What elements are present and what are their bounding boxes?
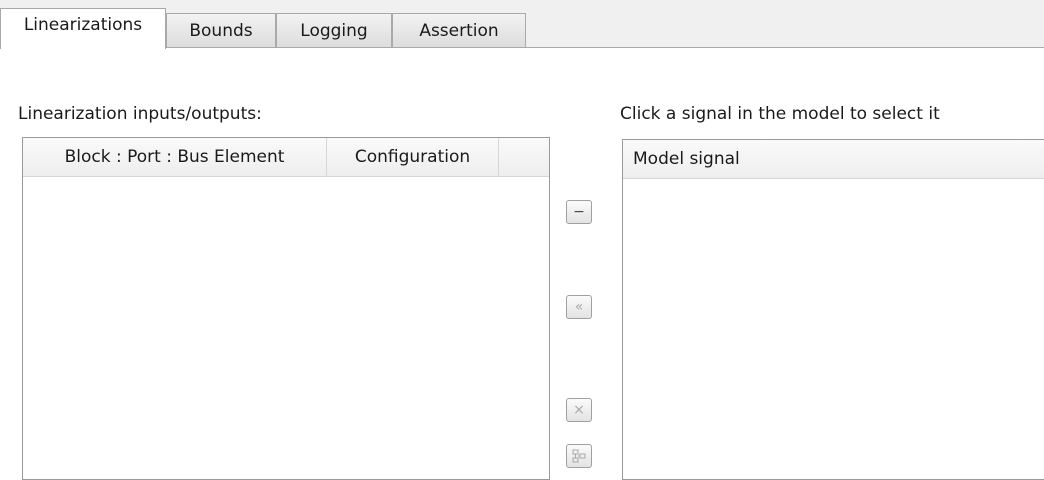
- highlight-block-button[interactable]: [566, 444, 592, 468]
- x-icon: ×: [573, 402, 585, 418]
- linearization-io-label: Linearization inputs/outputs:: [18, 104, 262, 124]
- tab-logging[interactable]: Logging: [276, 13, 392, 48]
- model-signal-table[interactable]: Model signal: [622, 139, 1044, 480]
- column-header-block-port[interactable]: Block : Port : Bus Element: [23, 138, 327, 176]
- double-chevron-left-icon: «: [574, 299, 584, 315]
- table-header: Block : Port : Bus Element Configuration: [23, 138, 549, 177]
- tab-linearizations[interactable]: Linearizations: [0, 8, 166, 49]
- tab-strip: Linearizations Bounds Logging Assertion: [0, 0, 1044, 49]
- column-header-model-signal[interactable]: Model signal: [623, 140, 1044, 178]
- table-header: Model signal: [623, 140, 1044, 179]
- tab-bounds[interactable]: Bounds: [166, 13, 276, 48]
- linearization-io-table[interactable]: Block : Port : Bus Element Configuration: [22, 137, 550, 480]
- remove-button[interactable]: −: [566, 200, 592, 224]
- add-signal-button[interactable]: «: [566, 295, 592, 319]
- delete-button[interactable]: ×: [566, 398, 592, 422]
- column-header-configuration[interactable]: Configuration: [327, 138, 499, 176]
- tab-assertion[interactable]: Assertion: [392, 13, 526, 48]
- highlight-block-icon: [572, 449, 586, 463]
- minus-icon: −: [573, 204, 585, 220]
- signal-select-label: Click a signal in the model to select it: [620, 104, 940, 124]
